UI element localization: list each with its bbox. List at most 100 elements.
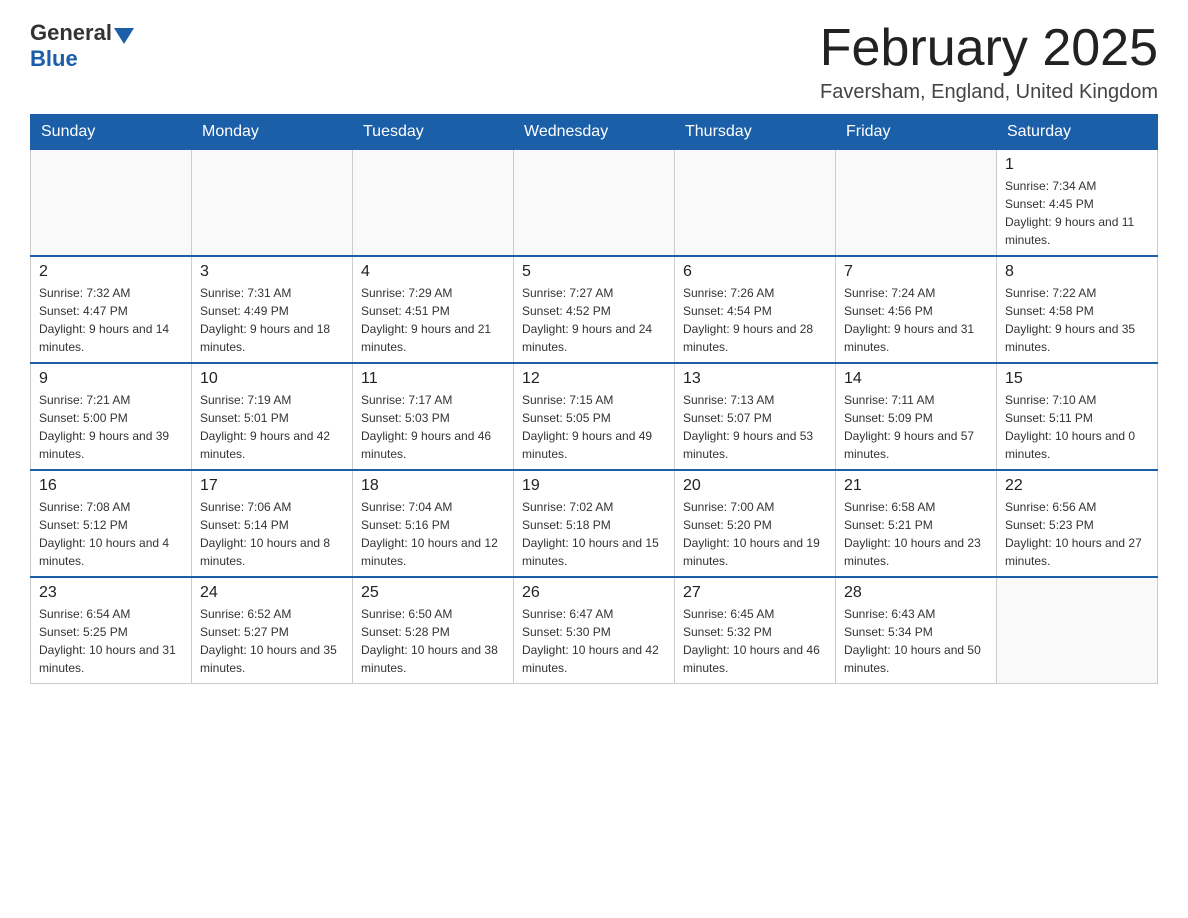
day-info: Sunrise: 7:04 AMSunset: 5:16 PMDaylight:… bbox=[361, 498, 505, 570]
weekday-header-friday: Friday bbox=[836, 115, 997, 150]
day-info: Sunrise: 7:22 AMSunset: 4:58 PMDaylight:… bbox=[1005, 284, 1149, 356]
day-info: Sunrise: 7:10 AMSunset: 5:11 PMDaylight:… bbox=[1005, 391, 1149, 463]
month-title: February 2025 bbox=[820, 20, 1158, 77]
day-info: Sunrise: 7:21 AMSunset: 5:00 PMDaylight:… bbox=[39, 391, 183, 463]
calendar-cell: 23 Sunrise: 6:54 AMSunset: 5:25 PMDayligh… bbox=[31, 577, 192, 684]
day-number: 14 bbox=[844, 370, 988, 388]
calendar-cell bbox=[353, 150, 514, 257]
weekday-header-wednesday: Wednesday bbox=[514, 115, 675, 150]
calendar-cell: 22 Sunrise: 6:56 AMSunset: 5:23 PMDayligh… bbox=[997, 470, 1158, 577]
calendar-cell: 28 Sunrise: 6:43 AMSunset: 5:34 PMDayligh… bbox=[836, 577, 997, 684]
day-number: 20 bbox=[683, 477, 827, 495]
weekday-header-thursday: Thursday bbox=[675, 115, 836, 150]
day-number: 26 bbox=[522, 584, 666, 602]
day-info: Sunrise: 6:50 AMSunset: 5:28 PMDaylight:… bbox=[361, 605, 505, 677]
day-info: Sunrise: 6:52 AMSunset: 5:27 PMDaylight:… bbox=[200, 605, 344, 677]
calendar-cell: 26 Sunrise: 6:47 AMSunset: 5:30 PMDayligh… bbox=[514, 577, 675, 684]
day-info: Sunrise: 7:32 AMSunset: 4:47 PMDaylight:… bbox=[39, 284, 183, 356]
calendar-week-row: 9 Sunrise: 7:21 AMSunset: 5:00 PMDaylight… bbox=[31, 363, 1158, 470]
day-number: 24 bbox=[200, 584, 344, 602]
calendar-cell: 7 Sunrise: 7:24 AMSunset: 4:56 PMDaylight… bbox=[836, 256, 997, 363]
page-header: General Blue February 2025 Faversham, En… bbox=[30, 20, 1158, 104]
calendar-week-row: 23 Sunrise: 6:54 AMSunset: 5:25 PMDayligh… bbox=[31, 577, 1158, 684]
logo: General Blue bbox=[30, 20, 136, 72]
day-number: 4 bbox=[361, 263, 505, 281]
calendar-week-row: 16 Sunrise: 7:08 AMSunset: 5:12 PMDayligh… bbox=[31, 470, 1158, 577]
weekday-header-monday: Monday bbox=[192, 115, 353, 150]
day-number: 12 bbox=[522, 370, 666, 388]
weekday-header-tuesday: Tuesday bbox=[353, 115, 514, 150]
calendar-cell: 8 Sunrise: 7:22 AMSunset: 4:58 PMDaylight… bbox=[997, 256, 1158, 363]
day-info: Sunrise: 6:47 AMSunset: 5:30 PMDaylight:… bbox=[522, 605, 666, 677]
calendar-cell: 21Sunrise: 6:58 AMSunset: 5:21 PMDayligh… bbox=[836, 470, 997, 577]
calendar-cell: 16 Sunrise: 7:08 AMSunset: 5:12 PMDayligh… bbox=[31, 470, 192, 577]
calendar-cell bbox=[192, 150, 353, 257]
day-info: Sunrise: 7:26 AMSunset: 4:54 PMDaylight:… bbox=[683, 284, 827, 356]
day-info: Sunrise: 7:11 AMSunset: 5:09 PMDaylight:… bbox=[844, 391, 988, 463]
calendar-cell bbox=[997, 577, 1158, 684]
calendar-cell: 10 Sunrise: 7:19 AMSunset: 5:01 PMDayligh… bbox=[192, 363, 353, 470]
day-info: Sunrise: 6:56 AMSunset: 5:23 PMDaylight:… bbox=[1005, 498, 1149, 570]
logo-blue-text: Blue bbox=[30, 46, 78, 72]
day-number: 9 bbox=[39, 370, 183, 388]
day-info: Sunrise: 7:19 AMSunset: 5:01 PMDaylight:… bbox=[200, 391, 344, 463]
day-number: 11 bbox=[361, 370, 505, 388]
day-info: Sunrise: 7:34 AMSunset: 4:45 PMDaylight:… bbox=[1005, 177, 1149, 249]
day-number: 22 bbox=[1005, 477, 1149, 495]
calendar-cell bbox=[675, 150, 836, 257]
day-info: Sunrise: 7:24 AMSunset: 4:56 PMDaylight:… bbox=[844, 284, 988, 356]
day-info: Sunrise: 7:27 AMSunset: 4:52 PMDaylight:… bbox=[522, 284, 666, 356]
weekday-header-saturday: Saturday bbox=[997, 115, 1158, 150]
calendar-cell: 4 Sunrise: 7:29 AMSunset: 4:51 PMDaylight… bbox=[353, 256, 514, 363]
day-number: 21 bbox=[844, 477, 988, 495]
day-number: 15 bbox=[1005, 370, 1149, 388]
day-number: 17 bbox=[200, 477, 344, 495]
day-number: 19 bbox=[522, 477, 666, 495]
day-info: Sunrise: 6:54 AMSunset: 5:25 PMDaylight:… bbox=[39, 605, 183, 677]
day-number: 23 bbox=[39, 584, 183, 602]
day-info: Sunrise: 7:13 AMSunset: 5:07 PMDaylight:… bbox=[683, 391, 827, 463]
calendar-cell: 2Sunrise: 7:32 AMSunset: 4:47 PMDaylight… bbox=[31, 256, 192, 363]
calendar-week-row: 1 Sunrise: 7:34 AMSunset: 4:45 PMDaylight… bbox=[31, 150, 1158, 257]
day-number: 7 bbox=[844, 263, 988, 281]
day-info: Sunrise: 6:45 AMSunset: 5:32 PMDaylight:… bbox=[683, 605, 827, 677]
calendar-cell: 20 Sunrise: 7:00 AMSunset: 5:20 PMDayligh… bbox=[675, 470, 836, 577]
day-info: Sunrise: 7:08 AMSunset: 5:12 PMDaylight:… bbox=[39, 498, 183, 570]
calendar-table: SundayMondayTuesdayWednesdayThursdayFrid… bbox=[30, 114, 1158, 684]
day-info: Sunrise: 7:00 AMSunset: 5:20 PMDaylight:… bbox=[683, 498, 827, 570]
day-number: 3 bbox=[200, 263, 344, 281]
calendar-cell: 15 Sunrise: 7:10 AMSunset: 5:11 PMDayligh… bbox=[997, 363, 1158, 470]
day-info: Sunrise: 7:31 AMSunset: 4:49 PMDaylight:… bbox=[200, 284, 344, 356]
calendar-cell bbox=[836, 150, 997, 257]
day-info: Sunrise: 7:29 AMSunset: 4:51 PMDaylight:… bbox=[361, 284, 505, 356]
day-info: Sunrise: 6:43 AMSunset: 5:34 PMDaylight:… bbox=[844, 605, 988, 677]
day-info: Sunrise: 7:06 AMSunset: 5:14 PMDaylight:… bbox=[200, 498, 344, 570]
calendar-cell: 13 Sunrise: 7:13 AMSunset: 5:07 PMDayligh… bbox=[675, 363, 836, 470]
logo-triangle-icon bbox=[114, 28, 134, 44]
day-number: 25 bbox=[361, 584, 505, 602]
calendar-cell: 19 Sunrise: 7:02 AMSunset: 5:18 PMDayligh… bbox=[514, 470, 675, 577]
day-number: 1 bbox=[1005, 156, 1149, 174]
day-number: 6 bbox=[683, 263, 827, 281]
location-text: Faversham, England, United Kingdom bbox=[820, 81, 1158, 104]
day-number: 10 bbox=[200, 370, 344, 388]
day-number: 28 bbox=[844, 584, 988, 602]
day-number: 16 bbox=[39, 477, 183, 495]
calendar-cell: 6 Sunrise: 7:26 AMSunset: 4:54 PMDaylight… bbox=[675, 256, 836, 363]
calendar-cell: 14 Sunrise: 7:11 AMSunset: 5:09 PMDayligh… bbox=[836, 363, 997, 470]
calendar-week-row: 2Sunrise: 7:32 AMSunset: 4:47 PMDaylight… bbox=[31, 256, 1158, 363]
calendar-cell: 18 Sunrise: 7:04 AMSunset: 5:16 PMDayligh… bbox=[353, 470, 514, 577]
calendar-cell bbox=[514, 150, 675, 257]
day-info: Sunrise: 7:15 AMSunset: 5:05 PMDaylight:… bbox=[522, 391, 666, 463]
day-number: 5 bbox=[522, 263, 666, 281]
calendar-cell: 11 Sunrise: 7:17 AMSunset: 5:03 PMDayligh… bbox=[353, 363, 514, 470]
day-number: 18 bbox=[361, 477, 505, 495]
day-info: Sunrise: 7:17 AMSunset: 5:03 PMDaylight:… bbox=[361, 391, 505, 463]
calendar-cell: 1 Sunrise: 7:34 AMSunset: 4:45 PMDaylight… bbox=[997, 150, 1158, 257]
calendar-cell: 3 Sunrise: 7:31 AMSunset: 4:49 PMDaylight… bbox=[192, 256, 353, 363]
day-number: 8 bbox=[1005, 263, 1149, 281]
day-number: 13 bbox=[683, 370, 827, 388]
day-info: Sunrise: 7:02 AMSunset: 5:18 PMDaylight:… bbox=[522, 498, 666, 570]
calendar-cell: 9 Sunrise: 7:21 AMSunset: 5:00 PMDaylight… bbox=[31, 363, 192, 470]
title-section: February 2025 Faversham, England, United… bbox=[820, 20, 1158, 104]
